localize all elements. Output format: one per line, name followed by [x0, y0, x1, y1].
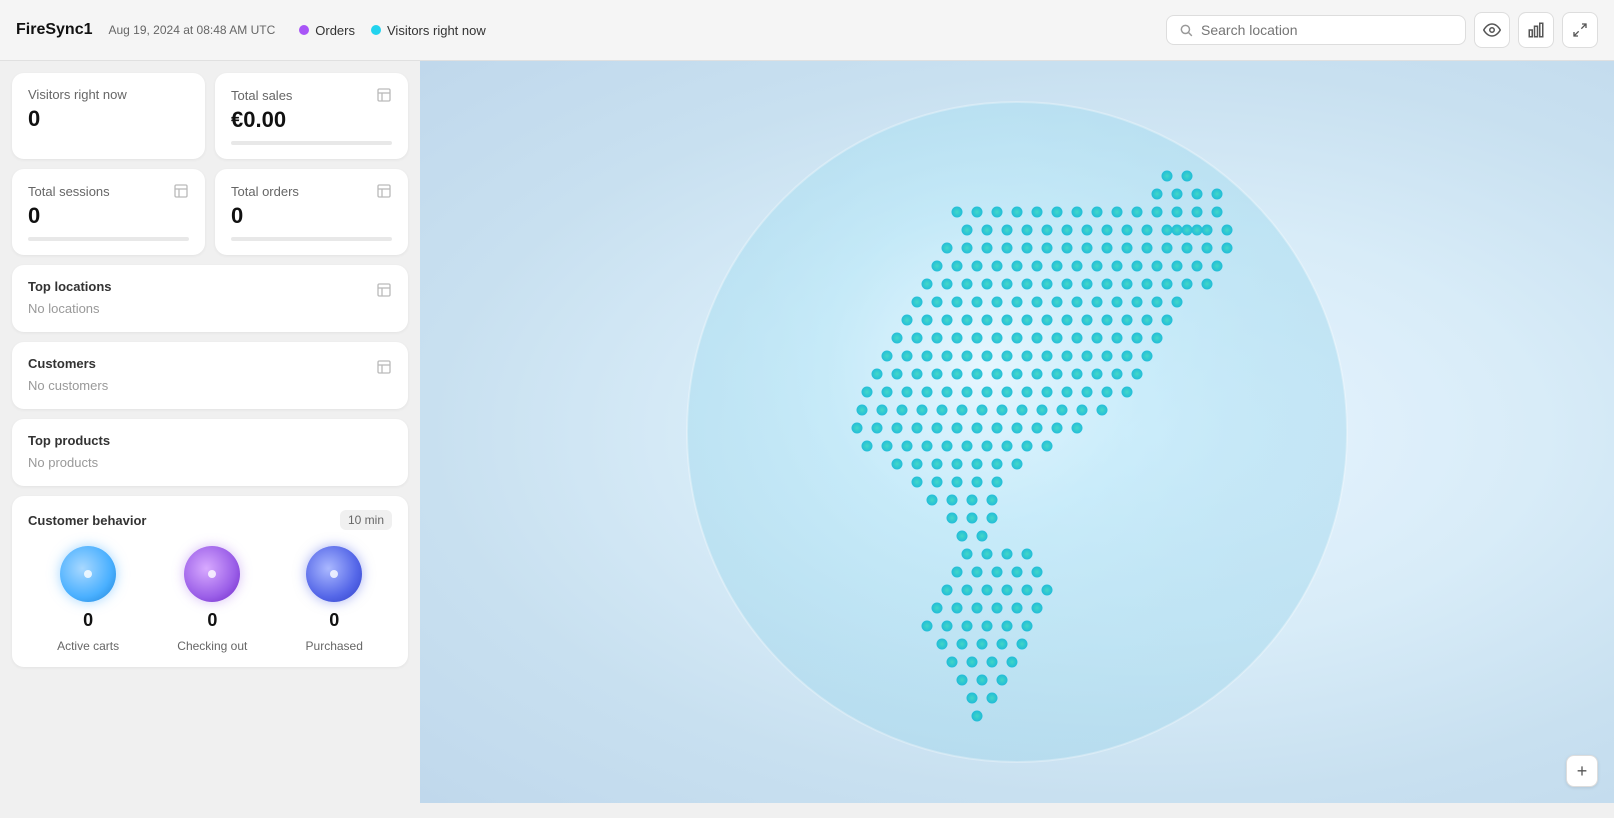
orders-dot	[299, 25, 309, 35]
header-right	[1166, 12, 1598, 48]
behavior-items: 0 Active carts 0 Checking out 0 Purchase…	[28, 546, 392, 653]
total-sessions-label: Total sessions	[28, 184, 110, 199]
search-icon	[1179, 23, 1193, 37]
zoom-in-button[interactable]: +	[1566, 755, 1598, 787]
barchart-button[interactable]	[1518, 12, 1554, 48]
top-products-card: Top products No products	[12, 419, 408, 486]
purchased-bubble	[306, 546, 362, 602]
visitors-card-label: Visitors right now	[28, 87, 127, 102]
customers-icon[interactable]	[376, 359, 392, 375]
total-sales-card: Total sales €0.00	[215, 73, 408, 159]
globe-svg	[667, 82, 1367, 782]
total-sales-value: €0.00	[231, 107, 392, 133]
behavior-badge: 10 min	[340, 510, 392, 530]
top-locations-icon[interactable]	[376, 282, 392, 298]
visitors-dot	[371, 25, 381, 35]
total-sales-icon[interactable]	[376, 87, 392, 103]
checking-out-count: 0	[207, 610, 217, 631]
customers-card: Customers No customers	[12, 342, 408, 409]
active-carts-bubble	[60, 546, 116, 602]
customers-header: Customers	[28, 356, 392, 377]
top-locations-header: Top locations	[28, 279, 392, 300]
barchart-icon	[1527, 21, 1545, 39]
total-orders-value: 0	[231, 203, 392, 229]
stat-row-2: Total sessions 0 Total orders 0	[12, 169, 408, 255]
visitors-card-value: 0	[28, 106, 189, 132]
total-sales-header: Total sales	[231, 87, 392, 103]
plus-icon: +	[1577, 761, 1588, 782]
visitors-card-header: Visitors right now	[28, 87, 189, 102]
total-sessions-value: 0	[28, 203, 189, 229]
total-orders-bar	[231, 237, 392, 241]
eye-icon	[1483, 21, 1501, 39]
total-sessions-card: Total sessions 0	[12, 169, 205, 255]
total-orders-label: Total orders	[231, 184, 299, 199]
expand-icon	[1572, 22, 1588, 38]
customers-empty: No customers	[28, 378, 108, 393]
purchased-count: 0	[329, 610, 339, 631]
total-sessions-header: Total sessions	[28, 183, 189, 199]
behavior-purchased: 0 Purchased	[306, 546, 363, 653]
search-input[interactable]	[1201, 22, 1453, 38]
checking-out-label: Checking out	[177, 639, 247, 653]
header-legend: Orders Visitors right now	[299, 23, 485, 38]
legend-orders: Orders	[299, 23, 355, 38]
checking-out-bubble	[184, 546, 240, 602]
purchased-dot	[330, 570, 338, 578]
sidebar: Visitors right now 0 Total sales €0.00 T	[0, 61, 420, 803]
search-box[interactable]	[1166, 15, 1466, 45]
behavior-checking-out: 0 Checking out	[177, 546, 247, 653]
stat-row-1: Visitors right now 0 Total sales €0.00	[12, 73, 408, 159]
top-locations-empty: No locations	[28, 301, 100, 316]
total-orders-card: Total orders 0	[215, 169, 408, 255]
active-carts-label: Active carts	[57, 639, 119, 653]
header: FireSync1 Aug 19, 2024 at 08:48 AM UTC O…	[0, 0, 1614, 61]
visitors-card: Visitors right now 0	[12, 73, 205, 159]
active-carts-dot	[84, 570, 92, 578]
legend-visitors: Visitors right now	[371, 23, 486, 38]
header-date: Aug 19, 2024 at 08:48 AM UTC	[108, 23, 275, 37]
top-products-empty: No products	[28, 455, 98, 470]
visitors-label: Visitors right now	[387, 23, 486, 38]
top-products-title: Top products	[28, 433, 110, 448]
main: Visitors right now 0 Total sales €0.00 T	[0, 61, 1614, 803]
total-orders-icon[interactable]	[376, 183, 392, 199]
behavior-active-carts: 0 Active carts	[57, 546, 119, 653]
total-sessions-bar	[28, 237, 189, 241]
top-locations-card: Top locations No locations	[12, 265, 408, 332]
total-sessions-icon[interactable]	[173, 183, 189, 199]
customers-title: Customers	[28, 356, 96, 371]
top-products-header: Top products	[28, 433, 392, 454]
customer-behavior-card: Customer behavior 10 min 0 Active carts …	[12, 496, 408, 667]
top-locations-title: Top locations	[28, 279, 112, 294]
total-sales-bar	[231, 141, 392, 145]
behavior-title: Customer behavior	[28, 513, 146, 528]
expand-button[interactable]	[1562, 12, 1598, 48]
total-sales-label: Total sales	[231, 88, 292, 103]
active-carts-count: 0	[83, 610, 93, 631]
app-title: FireSync1	[16, 21, 92, 39]
checking-out-dot	[208, 570, 216, 578]
behavior-header: Customer behavior 10 min	[28, 510, 392, 530]
eye-button[interactable]	[1474, 12, 1510, 48]
orders-label: Orders	[315, 23, 355, 38]
globe-container	[667, 82, 1367, 782]
total-orders-header: Total orders	[231, 183, 392, 199]
map-area[interactable]: +	[420, 61, 1614, 803]
purchased-label: Purchased	[306, 639, 363, 653]
